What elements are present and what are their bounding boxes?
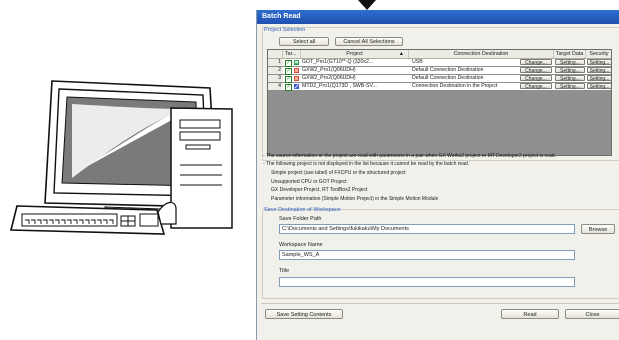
col-connection[interactable]: Connection Destination — [409, 50, 554, 58]
down-arrow-indicator — [358, 0, 376, 10]
col-project[interactable]: Project ▲ — [301, 50, 409, 58]
save-folder-path-input[interactable]: C:\Documents and Settings\fukikaku\My Do… — [279, 224, 575, 234]
col-target-data[interactable]: Target Data — [554, 50, 586, 58]
browse-button[interactable]: Browse — [581, 224, 615, 234]
connection-destination: Default Connection Destination — [412, 75, 484, 81]
target-data-setting-button[interactable]: Setting... — [555, 59, 585, 66]
footer-divider — [261, 303, 619, 304]
target-checkbox[interactable]: ✓ — [285, 76, 292, 83]
workspace-name-input[interactable]: Sample_WS_A — [279, 250, 575, 260]
computer-illustration — [9, 80, 233, 235]
note-line-5: GX Developer Project, RT ToolBox2 Projec… — [271, 187, 368, 193]
project-name: GOT_Pro1(GT10**-Q (320x2... — [302, 59, 374, 65]
change-button[interactable]: Change... — [520, 59, 552, 66]
select-all-label: Select all — [292, 39, 316, 45]
close-button[interactable]: Close — [565, 309, 619, 319]
table-row[interactable]: 3 ✓ GXW2_Pro2(Q06UDH) Default Connection… — [268, 75, 611, 83]
target-data-setting-button[interactable]: Setting... — [555, 67, 585, 74]
row-number: 4 — [268, 83, 283, 90]
connection-destination: Connection Destination in the Project — [412, 83, 498, 89]
col-rownum — [268, 50, 283, 58]
table-row[interactable]: 2 ✓ GXW2_Pro1(Q06UDH) Default Connection… — [268, 67, 611, 75]
col-security[interactable]: Security — [586, 50, 611, 58]
col-project-label: Project — [346, 51, 363, 57]
gx-works2-project-icon — [294, 68, 299, 73]
security-setting-button[interactable]: Setting... — [587, 83, 611, 90]
row-number: 1 — [268, 59, 283, 66]
select-all-button[interactable]: Select all — [279, 37, 329, 46]
col-target[interactable]: Tar... — [283, 50, 301, 58]
target-data-setting-button[interactable]: Setting... — [555, 75, 585, 82]
change-button[interactable]: Change... — [520, 67, 552, 74]
security-setting-button[interactable]: Setting... — [587, 67, 611, 74]
project-name: GXW2_Pro2(Q06UDH) — [302, 75, 356, 81]
save-folder-path-label: Save Folder Path — [279, 216, 322, 222]
security-setting-button[interactable]: Setting... — [587, 59, 611, 66]
mt-developer2-project-icon — [294, 84, 299, 89]
sort-ascending-icon: ▲ — [398, 51, 404, 57]
change-button[interactable]: Change... — [520, 83, 552, 90]
title-label: Title — [279, 268, 290, 274]
table-row[interactable]: 4 ✓ MTD2_Pro1(Q173D , SWB-SV... Connecti… — [268, 83, 611, 91]
workspace-name-label: Workspace Name — [279, 242, 323, 248]
title-input[interactable] — [279, 277, 575, 287]
grid-header: Tar... Project ▲ Connection Destination … — [268, 50, 611, 59]
connection-destination: Default Connection Destination — [412, 67, 484, 73]
project-grid: Tar... Project ▲ Connection Destination … — [267, 49, 612, 156]
connection-destination: USB — [412, 59, 423, 65]
read-button[interactable]: Read — [501, 309, 559, 319]
project-name: GXW2_Pro1(Q06UDH) — [302, 67, 356, 73]
note-line-6: Parameter information (Simple Motion Pro… — [271, 196, 439, 202]
note-line-4: Unsupported CPU or GOT Project — [271, 179, 347, 185]
target-checkbox[interactable]: ✓ — [285, 68, 292, 75]
keyboard-icon — [9, 205, 166, 235]
batch-read-dialog: Batch Read Project Selection Select all … — [256, 10, 619, 340]
got-project-icon — [294, 60, 299, 65]
change-button[interactable]: Change... — [520, 75, 552, 82]
table-row[interactable]: 1 ✓ GOT_Pro1(GT10**-Q (320x2... USB Chan… — [268, 59, 611, 67]
note-line-2: - The following project is not displayed… — [263, 161, 470, 167]
row-number: 2 — [268, 67, 283, 74]
note-line-3: Simple project (use label) of FXCPU or t… — [271, 170, 406, 176]
project-selection-label: Project Selection — [264, 27, 306, 33]
target-checkbox[interactable]: ✓ — [285, 60, 292, 67]
row-number: 3 — [268, 75, 283, 82]
gx-works2-project-icon — [294, 76, 299, 81]
security-setting-button[interactable]: Setting... — [587, 75, 611, 82]
tower-case-icon — [170, 107, 233, 229]
project-name: MTD2_Pro1(Q173D , SWB-SV... — [302, 83, 377, 89]
target-checkbox[interactable]: ✓ — [285, 84, 292, 91]
save-setting-contents-button[interactable]: Save Setting Contents — [265, 309, 343, 319]
cancel-all-selections-button[interactable]: Cancel All Selections — [335, 37, 403, 46]
cancel-all-selections-label: Cancel All Selections — [343, 39, 395, 45]
workspace-group-label: Save Destination of Workspace — [264, 207, 341, 213]
note-line-1: - The source information or the project … — [263, 153, 556, 159]
target-data-setting-button[interactable]: Setting... — [555, 83, 585, 90]
dialog-title: Batch Read — [257, 10, 619, 24]
